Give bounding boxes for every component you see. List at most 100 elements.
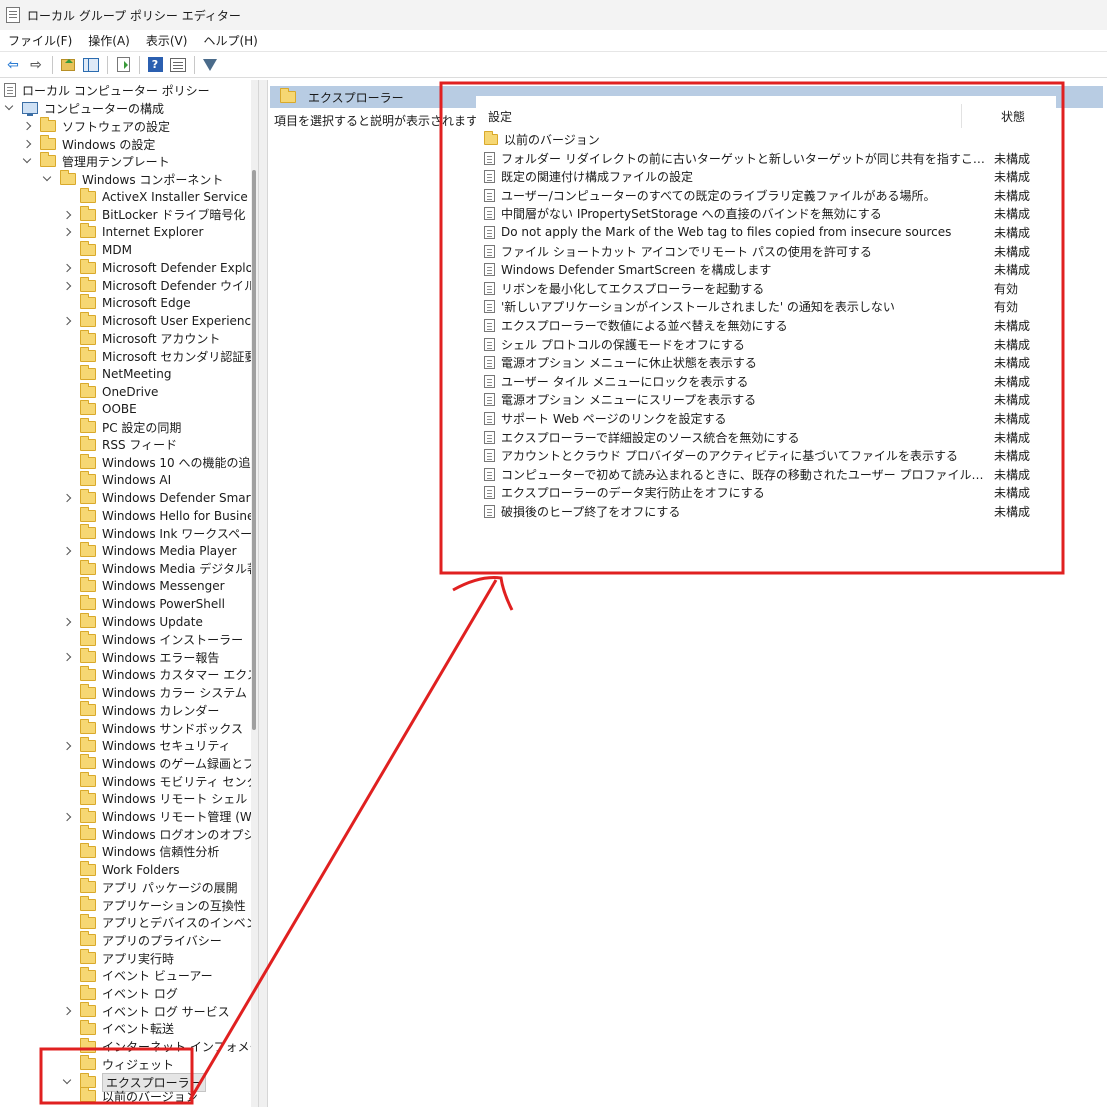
tree-item[interactable]: Windows Hello for Business xyxy=(62,506,258,525)
tree-item[interactable]: Windows リモート シェル xyxy=(62,789,247,808)
list-item[interactable]: '新しいアプリケーションがインストールされました' の通知を表示しない 有効 xyxy=(484,298,1049,316)
tree-item[interactable]: NetMeeting xyxy=(62,365,171,383)
column-header-setting[interactable]: 設定 xyxy=(488,106,512,126)
tree-scrollbar-thumb[interactable] xyxy=(252,170,256,730)
tree-item[interactable]: Windows Messenger xyxy=(62,577,225,595)
chevron-right-icon[interactable] xyxy=(62,263,72,273)
list-item[interactable]: エクスプローラーで数値による並べ替えを無効にする 未構成 xyxy=(484,316,1049,334)
tree-item[interactable]: MDM xyxy=(62,241,132,259)
menu-action[interactable]: 操作(A) xyxy=(84,32,134,49)
tree-item[interactable]: イベント転送 xyxy=(62,1019,174,1038)
tree-item[interactable]: アプリとデバイスのインベントリ xyxy=(62,913,258,932)
chevron-down-icon[interactable] xyxy=(4,103,14,113)
tree-item[interactable]: ActiveX Installer Service xyxy=(62,188,248,206)
list-item-folder[interactable]: 以前のバージョン xyxy=(484,130,1049,148)
filter-button[interactable] xyxy=(199,54,221,76)
chevron-right-icon[interactable] xyxy=(62,493,72,503)
up-folder-button[interactable] xyxy=(57,54,79,76)
tree-item[interactable]: PC 設定の同期 xyxy=(62,418,181,436)
tree-item[interactable]: Windows Ink ワークスペース xyxy=(62,524,258,542)
chevron-right-icon[interactable] xyxy=(62,210,72,220)
tree-software-settings[interactable]: ソフトウェアの設定 xyxy=(22,117,170,135)
tree-windows-settings[interactable]: Windows の設定 xyxy=(22,135,155,153)
tree-item[interactable]: OneDrive xyxy=(62,382,158,401)
chevron-right-icon[interactable] xyxy=(62,741,72,751)
tree-item[interactable]: Windows Media Player xyxy=(62,542,237,560)
tree-windows-components[interactable]: Windows コンポーネント xyxy=(42,170,223,188)
tree-item[interactable]: BitLocker ドライブ暗号化 xyxy=(62,205,245,224)
menu-view[interactable]: 表示(V) xyxy=(142,32,192,49)
menu-help[interactable]: ヘルプ(H) xyxy=(199,32,261,49)
tree-item[interactable]: Microsoft セカンダリ認証要素 xyxy=(62,347,258,365)
tree-item[interactable]: RSS フィード xyxy=(62,435,177,454)
tree-item[interactable]: Work Folders xyxy=(62,860,180,879)
tree-item[interactable]: ウィジェット xyxy=(62,1055,174,1073)
tree-item[interactable]: Internet Explorer xyxy=(62,223,203,241)
list-item[interactable]: 電源オプション メニューにスリープを表示する 未構成 xyxy=(484,391,1049,409)
chevron-right-icon[interactable] xyxy=(62,281,72,291)
column-header-state[interactable]: 状態 xyxy=(1001,106,1025,126)
list-item[interactable]: リボンを最小化してエクスプローラーを起動する 有効 xyxy=(484,279,1049,297)
chevron-right-icon[interactable] xyxy=(62,316,72,326)
list-item[interactable]: シェル プロトコルの保護モードをオフにする 未構成 xyxy=(484,335,1049,353)
tree-item[interactable]: Microsoft アカウント xyxy=(62,329,220,348)
tree-item[interactable]: Windows ログオンのオプション xyxy=(62,825,258,843)
tree-item[interactable]: Microsoft User Experience Virtualization xyxy=(62,311,258,330)
list-item[interactable]: 既定の関連付け構成ファイルの設定 未構成 xyxy=(484,168,1049,186)
list-item[interactable]: フォルダー リダイレクトの前に古いターゲットと新しいターゲットが同じ共有を指すこ… xyxy=(484,149,1049,167)
view-button[interactable] xyxy=(167,54,189,76)
list-item[interactable]: 電源オプション メニューに休止状態を表示する 未構成 xyxy=(484,354,1049,372)
tree-computer-config[interactable]: コンピューターの構成 xyxy=(4,99,164,117)
tree-item[interactable]: イベント ビューアー xyxy=(62,966,213,985)
column-separator[interactable] xyxy=(961,104,962,128)
show-hide-tree-button[interactable] xyxy=(80,54,102,76)
list-item[interactable]: 破損後のヒープ終了をオフにする 未構成 xyxy=(484,502,1049,520)
tree-item[interactable]: Windows セキュリティ xyxy=(62,736,231,755)
tree-admin-templates[interactable]: 管理用テンプレート xyxy=(22,152,170,170)
chevron-right-icon[interactable] xyxy=(62,617,72,627)
tree-item[interactable]: Microsoft Defender Exploit Guard xyxy=(62,258,258,277)
tree-item[interactable]: Windows カスタマー エクスペリエンス xyxy=(62,665,258,684)
back-arrow-icon[interactable]: ⇦ xyxy=(2,54,24,76)
tree-item[interactable]: Windows リモート管理 (WinRM) xyxy=(62,807,258,826)
tree-item[interactable]: アプリケーションの互換性 xyxy=(62,896,246,914)
list-item[interactable]: エクスプローラーで詳細設定のソース統合を無効にする 未構成 xyxy=(484,428,1049,446)
tree-item[interactable]: Windows サンドボックス xyxy=(62,719,243,737)
tree-item[interactable]: Windows エラー報告 xyxy=(62,648,219,666)
chevron-down-icon[interactable] xyxy=(22,156,32,166)
list-item[interactable]: Windows Defender SmartScreen を構成します 未構成 xyxy=(484,261,1049,279)
tree-item[interactable]: アプリ実行時 xyxy=(62,949,174,967)
chevron-right-icon[interactable] xyxy=(62,812,72,822)
tree-item[interactable]: アプリ パッケージの展開 xyxy=(62,878,238,896)
chevron-down-icon[interactable] xyxy=(62,1077,72,1087)
tree-item[interactable]: OOBE xyxy=(62,400,137,418)
tree-item[interactable]: イベント ログ xyxy=(62,984,178,1003)
tree-item[interactable]: Windows Defender SmartScreen xyxy=(62,488,258,507)
list-item[interactable]: エクスプローラーのデータ実行防止をオフにする 未構成 xyxy=(484,484,1049,502)
list-item[interactable]: ユーザー タイル メニューにロックを表示する 未構成 xyxy=(484,372,1049,390)
chevron-right-icon[interactable] xyxy=(62,227,72,237)
chevron-right-icon[interactable] xyxy=(22,121,32,131)
help-button[interactable]: ? xyxy=(144,54,166,76)
export-list-button[interactable] xyxy=(112,54,134,76)
list-item[interactable]: ユーザー/コンピューターのすべての既定のライブラリ定義ファイルがある場所。 未構成 xyxy=(484,186,1049,204)
tree-root[interactable]: ローカル コンピューター ポリシー xyxy=(4,81,210,99)
tree-item[interactable]: Windows モビリティ センター xyxy=(62,772,258,790)
menu-file[interactable]: ファイル(F) xyxy=(4,32,76,49)
tree-item[interactable]: Windows カレンダー xyxy=(62,701,219,719)
tree-scrollbar[interactable] xyxy=(251,80,258,1107)
list-item[interactable]: アカウントとクラウド プロバイダーのアクティビティに基づいてファイルを表示する 未… xyxy=(484,447,1049,465)
list-item[interactable]: コンピューターで初めて読み込まれるときに、既存の移動されたユーザー プロファイル… xyxy=(484,465,1049,483)
forward-arrow-icon[interactable]: ⇨ xyxy=(25,54,47,76)
chevron-down-icon[interactable] xyxy=(42,174,52,184)
tree-sub-item-previous-versions[interactable]: 以前のバージョン xyxy=(80,1087,198,1105)
chevron-right-icon[interactable] xyxy=(22,139,32,149)
chevron-right-icon[interactable] xyxy=(62,652,72,662)
list-item[interactable]: Do not apply the Mark of the Web tag to … xyxy=(484,223,1049,241)
pane-splitter[interactable] xyxy=(258,80,268,1107)
tree-item[interactable]: アプリのプライバシー xyxy=(62,931,222,949)
tree-item[interactable]: Windows 10 への機能の追加 xyxy=(62,453,258,472)
tree-item[interactable]: Windows Update xyxy=(62,612,203,631)
tree-item[interactable]: Microsoft Defender ウイルス対策 xyxy=(62,276,258,295)
tree-item[interactable]: Windows のゲーム録画とブロードキャスト xyxy=(62,754,258,772)
